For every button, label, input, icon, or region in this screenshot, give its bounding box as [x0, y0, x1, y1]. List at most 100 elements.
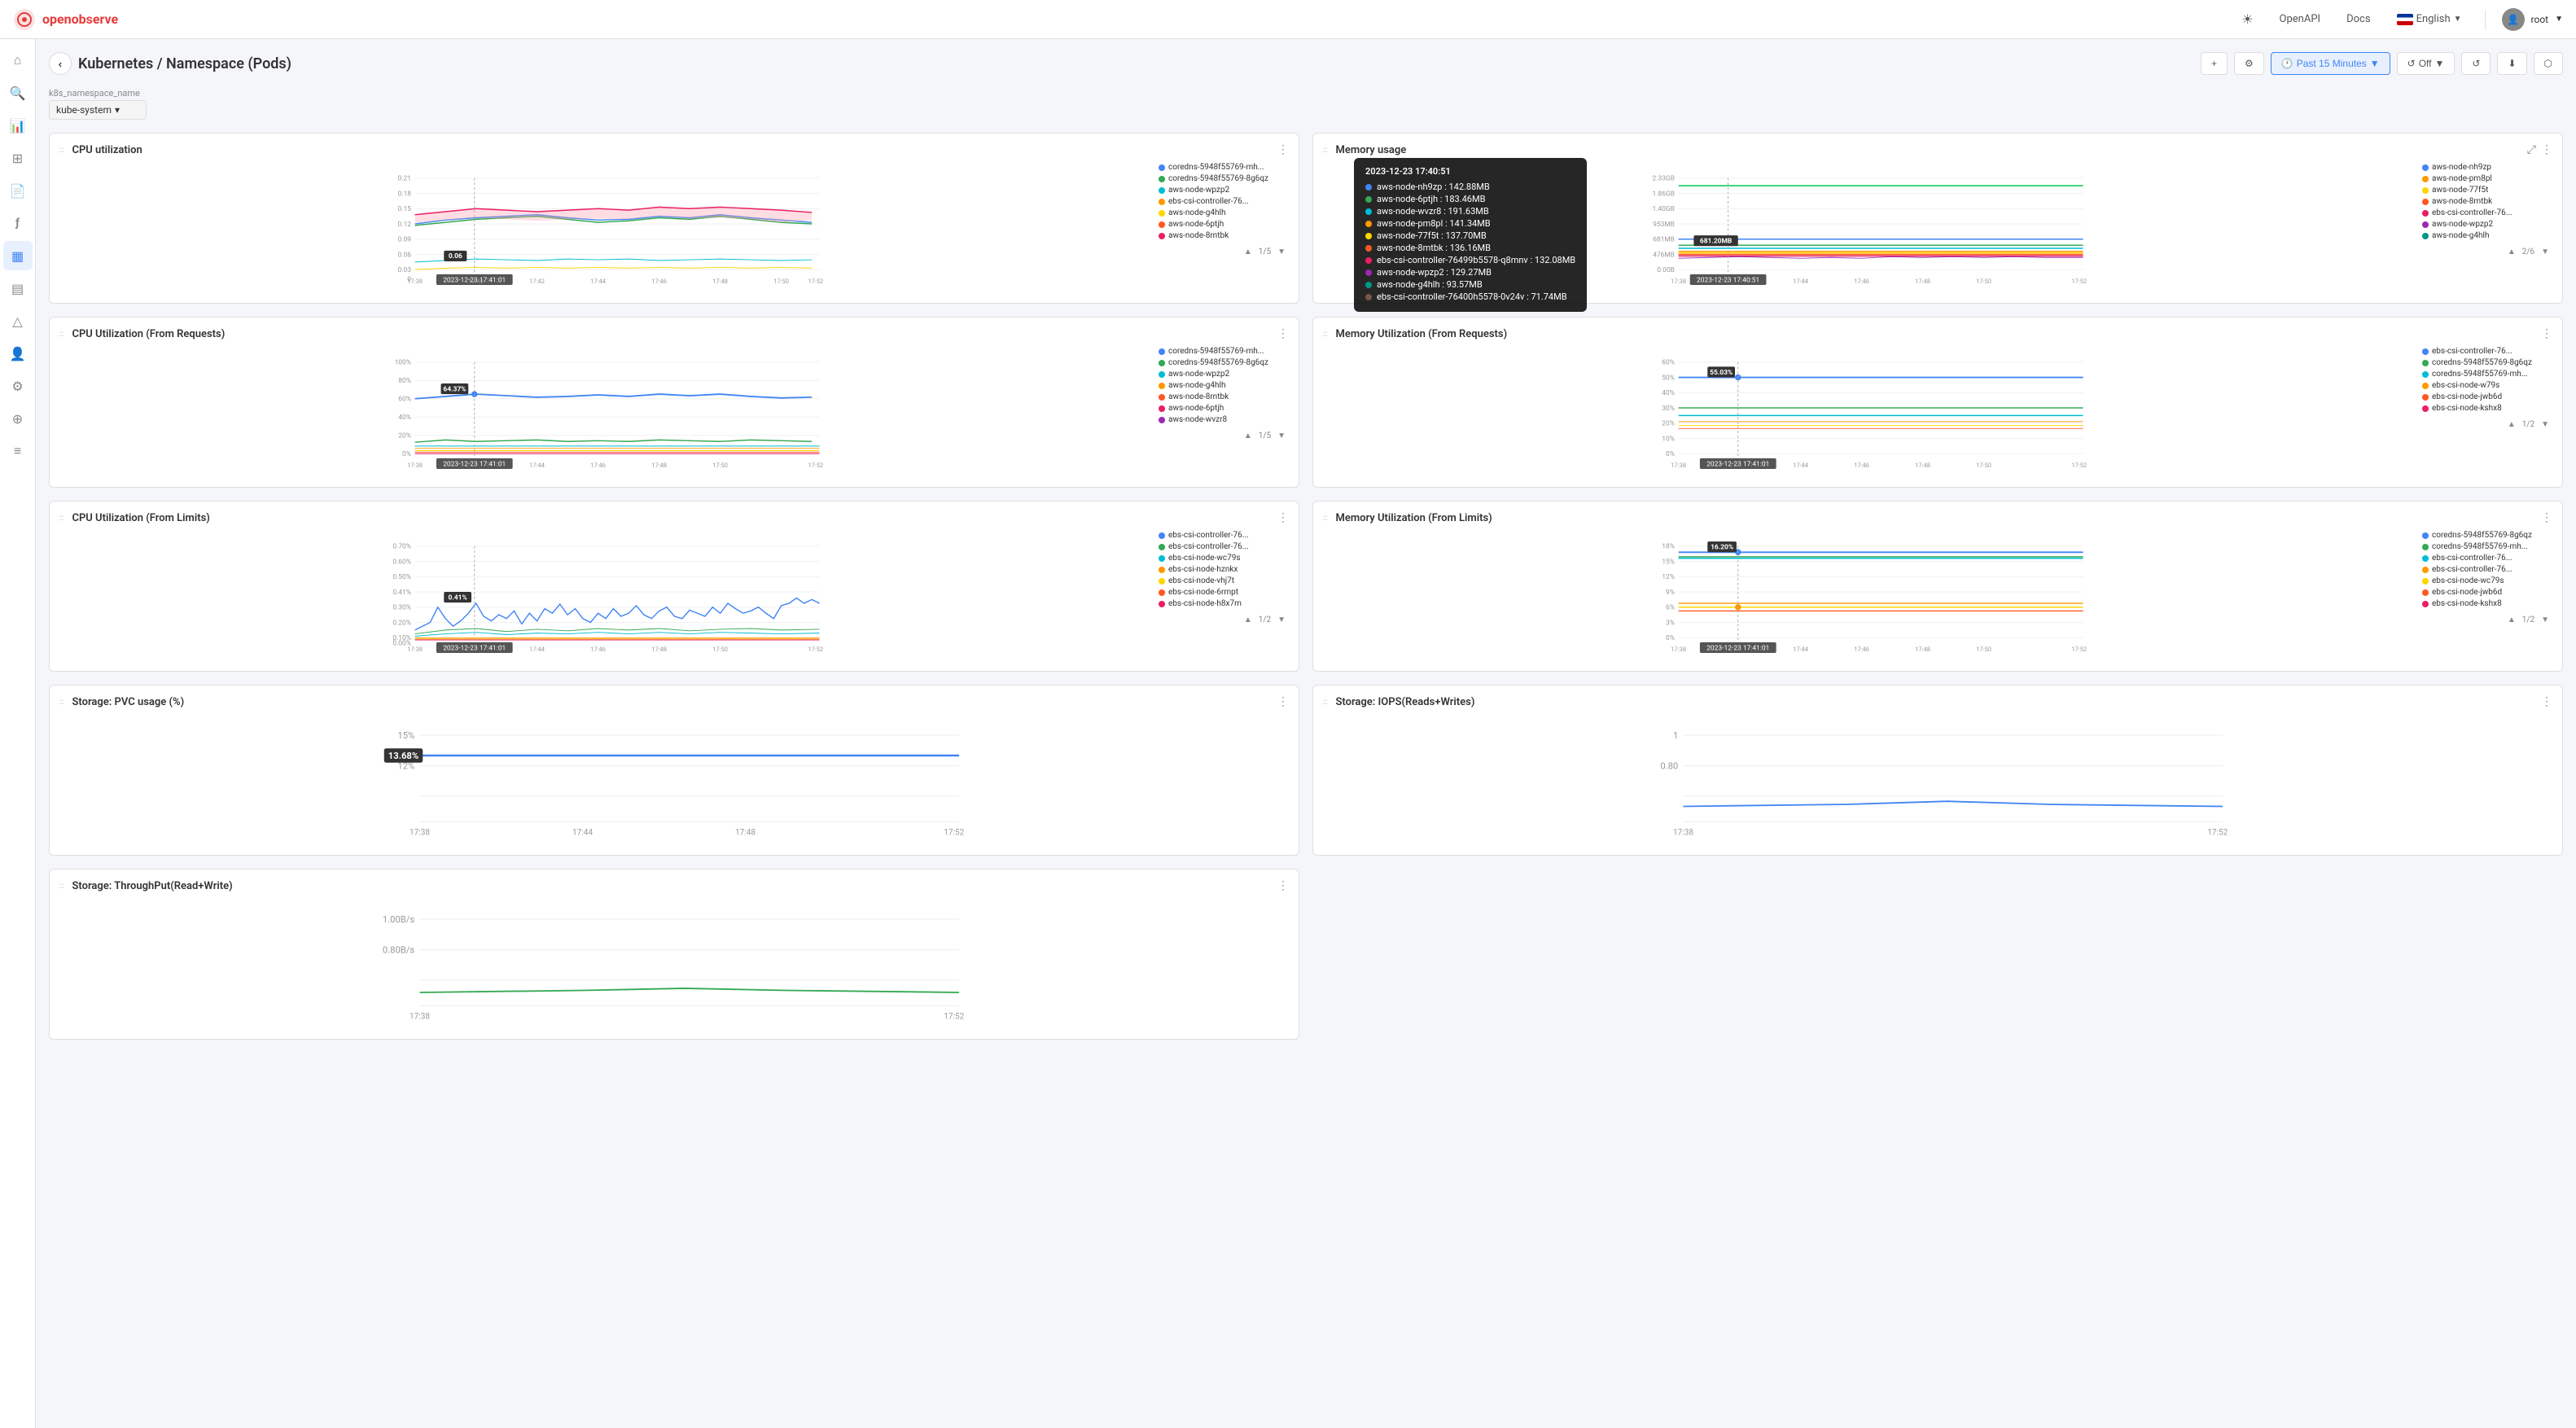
legend-item: aws-node-wpzp2	[2422, 220, 2552, 229]
add-panel-button[interactable]: +	[2201, 52, 2228, 75]
chart-area: 15% 12% 13.68% 17:38 17:44 17:48 17:52	[59, 715, 1289, 845]
legend-prev-btn[interactable]: ▲	[2504, 418, 2519, 431]
legend-item: coredns-5948f55769-8g6qz	[1159, 174, 1289, 183]
sidebar-item-filter[interactable]: △	[3, 306, 33, 335]
legend-dot	[1159, 371, 1165, 378]
svg-text:17:40: 17:40	[468, 278, 484, 285]
legend-page: 1/2	[1259, 615, 1271, 624]
panel-menu-button[interactable]: ⋮	[1277, 695, 1289, 708]
legend-label: ebs-csi-node-h8x7m	[1168, 599, 1242, 608]
page-actions: + ⚙ 🕐 Past 15 Minutes ▼ ↺ Off ▼ ↺ ⬇ ⬡	[2201, 52, 2563, 75]
panel-menu-button[interactable]: ⋮	[2541, 327, 2552, 340]
legend-next-btn[interactable]: ▼	[2538, 246, 2552, 258]
panel-header: :: Storage: PVC usage (%) ⋮	[59, 695, 1289, 708]
svg-text:17:46: 17:46	[590, 646, 606, 653]
svg-text:15%: 15%	[1662, 558, 1675, 566]
svg-text:17:48: 17:48	[1915, 646, 1930, 653]
legend-next-btn[interactable]: ▼	[1274, 614, 1289, 626]
svg-text:17:46: 17:46	[1854, 462, 1869, 469]
legend-next-btn[interactable]: ▼	[1274, 430, 1289, 442]
sidebar-item-plugin[interactable]: ⊕	[3, 404, 33, 433]
sidebar-item-file[interactable]: 📄	[3, 176, 33, 205]
panel-header-actions: ⤢ ⋮	[2527, 143, 2552, 156]
svg-text:0.50%: 0.50%	[392, 573, 411, 581]
legend-dot	[2422, 164, 2429, 171]
legend-dot	[2422, 348, 2429, 355]
svg-text:13.68%: 13.68%	[388, 751, 418, 761]
sidebar-item-dashboard[interactable]: ▦	[3, 241, 33, 270]
sidebar-item-menu[interactable]: ≡	[3, 436, 33, 466]
svg-text:0.12: 0.12	[398, 221, 412, 229]
legend-dot	[1159, 417, 1165, 423]
back-button[interactable]: ‹	[49, 52, 72, 75]
drag-handle[interactable]: ::	[59, 330, 64, 339]
legend-label: aws-node-g4hlh	[2432, 231, 2490, 240]
legend-prev-btn[interactable]: ▲	[2504, 614, 2519, 626]
share-button[interactable]: ⬡	[2534, 52, 2563, 75]
sidebar-item-grid[interactable]: ⊞	[3, 143, 33, 173]
legend-prev-btn[interactable]: ▲	[1241, 430, 1255, 442]
panel-header: :: Storage: ThroughPut(Read+Write) ⋮	[59, 879, 1289, 892]
legend-prev-btn[interactable]: ▲	[1241, 246, 1255, 258]
legend-page: 1/5	[1259, 431, 1271, 440]
svg-text:17:48: 17:48	[651, 462, 667, 469]
svg-text:17:38: 17:38	[410, 829, 430, 838]
sidebar-item-search[interactable]: 🔍	[3, 78, 33, 107]
drag-handle[interactable]: ::	[59, 882, 64, 891]
auto-refresh-button[interactable]: ↺ Off ▼	[2397, 52, 2456, 75]
docs-link[interactable]: Docs	[2340, 10, 2377, 28]
app-logo[interactable]: openobserve	[13, 8, 118, 31]
panel-title-text: CPU Utilization (From Requests)	[72, 328, 225, 340]
panel-menu-button[interactable]: ⋮	[2541, 143, 2552, 156]
panel-menu-button[interactable]: ⋮	[1277, 143, 1289, 156]
legend-item: ebs-csi-node-jwb6d	[2422, 392, 2552, 401]
settings-button[interactable]: ⚙	[2234, 52, 2264, 75]
openapi-link[interactable]: OpenAPI	[2273, 10, 2328, 28]
drag-handle[interactable]: ::	[59, 146, 64, 155]
drag-handle[interactable]: ::	[1323, 146, 1327, 155]
panel-menu-button[interactable]: ⋮	[2541, 695, 2552, 708]
panel-title: :: CPU utilization	[59, 144, 142, 156]
language-selector[interactable]: English ▼	[2390, 10, 2469, 28]
svg-text:17:52: 17:52	[808, 462, 823, 469]
svg-text:17:42: 17:42	[529, 278, 545, 285]
drag-handle[interactable]: ::	[59, 514, 64, 523]
legend-next-btn[interactable]: ▼	[1274, 246, 1289, 258]
panel-menu-button[interactable]: ⋮	[1277, 879, 1289, 892]
sidebar-item-settings[interactable]: ⚙	[3, 371, 33, 401]
legend-prev-btn[interactable]: ▲	[1241, 614, 1255, 626]
drag-handle[interactable]: ::	[59, 698, 64, 707]
chart-area: 1.00B/s 0.80B/s 17:38 17:52	[59, 899, 1289, 1029]
panel-title-text: Storage: PVC usage (%)	[72, 696, 184, 708]
drag-handle[interactable]: ::	[1323, 514, 1327, 523]
legend-prev-btn[interactable]: ▲	[2504, 246, 2519, 258]
panel-title-text: Memory Utilization (From Requests)	[1335, 328, 1507, 340]
time-range-selector[interactable]: 🕐 Past 15 Minutes ▼	[2271, 52, 2390, 75]
svg-text:0.80B/s: 0.80B/s	[383, 944, 415, 955]
refresh-icon: ↺	[2407, 58, 2416, 69]
sidebar-item-function[interactable]: ƒ	[3, 208, 33, 238]
theme-toggle[interactable]: ☀	[2235, 8, 2259, 30]
legend-item: ebs-csi-controller-76...	[2422, 347, 2552, 356]
legend-next-btn[interactable]: ▼	[2538, 614, 2552, 626]
sidebar-item-chart[interactable]: 📊	[3, 111, 33, 140]
panel-content: 60% 50% 40% 30% 20% 10% 0%	[1323, 347, 2552, 477]
auto-refresh-label: Off	[2419, 58, 2432, 69]
panel-menu-button[interactable]: ⋮	[1277, 327, 1289, 340]
drag-handle[interactable]: ::	[1323, 330, 1327, 339]
refresh-button[interactable]: ↺	[2461, 52, 2491, 75]
svg-text:2023-12-23 17:41:01: 2023-12-23 17:41:01	[1706, 460, 1769, 468]
panel-menu-button[interactable]: ⋮	[1277, 511, 1289, 524]
panel-storage-throughput: :: Storage: ThroughPut(Read+Write) ⋮ 1.0…	[49, 869, 1299, 1040]
expand-button[interactable]: ⤢	[2527, 143, 2536, 156]
download-button[interactable]: ⬇	[2497, 52, 2526, 75]
filter-dropdown[interactable]: kube-system ▾	[49, 100, 147, 120]
drag-handle[interactable]: ::	[1323, 698, 1327, 707]
legend-next-btn[interactable]: ▼	[2538, 418, 2552, 431]
sidebar-item-home[interactable]: ⌂	[3, 46, 33, 75]
sidebar-item-user[interactable]: 👤	[3, 339, 33, 368]
panel-header: :: Storage: IOPS(Reads+Writes) ⋮	[1323, 695, 2552, 708]
user-menu[interactable]: 👤 root ▼	[2502, 8, 2563, 31]
sidebar-item-table[interactable]: ▤	[3, 274, 33, 303]
panel-menu-button[interactable]: ⋮	[2541, 511, 2552, 524]
